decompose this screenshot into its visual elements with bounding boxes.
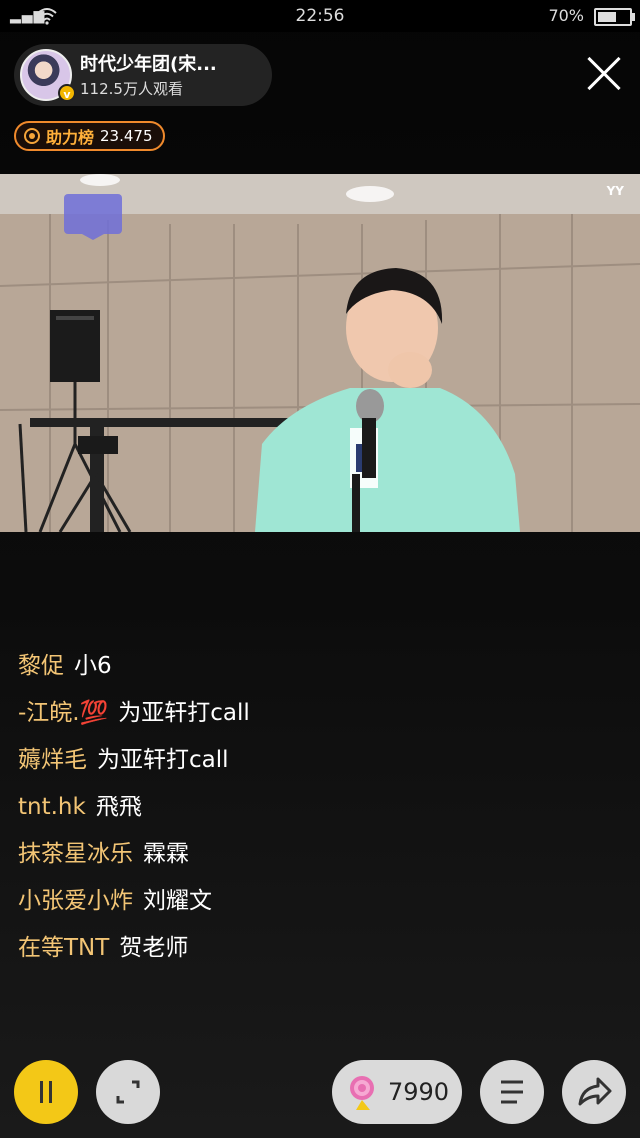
clock: 22:56 [295, 6, 345, 26]
viewer-count: 112.5万人观看 [80, 80, 183, 98]
battery-percent: 70% [548, 6, 584, 25]
menu-icon [501, 1080, 523, 1104]
shield-icon [24, 128, 40, 144]
chat-username[interactable]: 抹茶星冰乐 [18, 841, 133, 867]
chat-message: 薅烊毛 为亚轩打call [18, 740, 618, 787]
chat-message: 抹茶星冰乐 霖霖 [18, 834, 618, 881]
chat-message: tnt.hk 飛飛 [18, 787, 618, 834]
status-bar: ▂▄▆ 22:56 70% [0, 0, 640, 32]
chat-list: 黎促 小6 -江皖.💯 为亚轩打call 薅烊毛 为亚轩打call tnt.hk 飛飛 … [18, 646, 618, 975]
close-icon[interactable] [584, 54, 624, 94]
support-rank-badge[interactable]: 助力榜 23.475 [14, 121, 165, 151]
share-icon [578, 1077, 612, 1106]
host-info[interactable]: v 时代少年团(宋... 112.5万人观看 [14, 44, 272, 106]
yy-watermark: YY [606, 184, 624, 198]
chat-text: 霖霖 [143, 841, 189, 867]
fullscreen-icon [116, 1080, 140, 1104]
fullscreen-button[interactable] [96, 1060, 160, 1124]
pause-button[interactable] [14, 1060, 78, 1124]
gift-button[interactable]: 7990 [332, 1060, 462, 1124]
rank-value: 23.475 [100, 127, 153, 145]
lollipop-icon [350, 1076, 374, 1110]
chat-message: 黎促 小6 [18, 646, 618, 693]
chat-text: 贺老师 [119, 935, 189, 961]
host-name: 时代少年团(宋... [80, 54, 217, 75]
rank-label: 助力榜 [46, 128, 95, 147]
live-video[interactable]: YY [0, 174, 640, 532]
chat-text: 为亚轩打call [97, 747, 229, 773]
battery-icon [594, 8, 635, 26]
chat-message: 小张爱小炸 刘耀文 [18, 881, 618, 928]
chat-text: 刘耀文 [143, 888, 212, 914]
chat-username[interactable]: 薅烊毛 [18, 747, 87, 773]
show-logo [64, 194, 122, 240]
battery-level [598, 12, 616, 22]
chat-username[interactable]: 黎促 [18, 653, 64, 679]
chat-text: 为亚轩打call [118, 700, 250, 726]
chat-text: 小6 [74, 653, 112, 679]
chat-username[interactable]: tnt.hk [18, 794, 86, 820]
share-button[interactable] [562, 1060, 626, 1124]
chat-message: -江皖.💯 为亚轩打call [18, 693, 618, 740]
chat-username[interactable]: 在等TNT [18, 935, 109, 961]
chat-username[interactable]: 小张爱小炸 [18, 888, 133, 914]
chat-text: 飛飛 [95, 794, 142, 820]
gift-count: 7990 [388, 1078, 450, 1106]
chat-message: 在等TNT 贺老师 [18, 928, 618, 975]
menu-button[interactable] [480, 1060, 544, 1124]
chat-username[interactable]: -江皖.💯 [18, 700, 108, 726]
verified-badge: v [58, 84, 76, 102]
